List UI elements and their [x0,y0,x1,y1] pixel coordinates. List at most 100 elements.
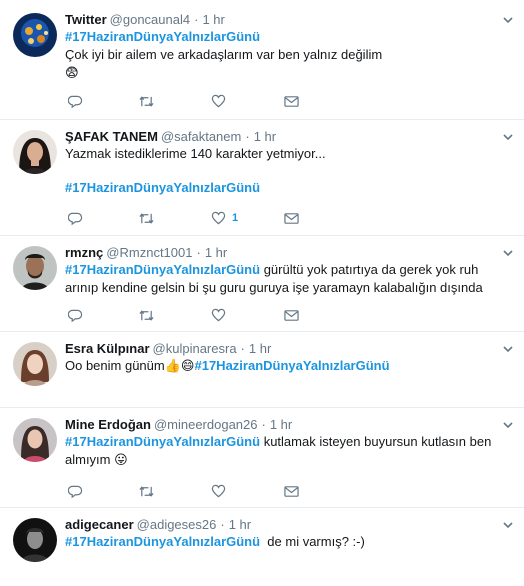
display-name[interactable]: Twitter [65,12,107,27]
separator-dot: · [245,129,250,144]
username[interactable]: @goncaunal4 [110,12,190,27]
heart-icon [211,308,226,322]
timestamp[interactable]: 1 hr [249,341,271,356]
avatar[interactable] [13,342,57,386]
direct-message-button[interactable] [284,210,299,226]
hashtag-link[interactable]: #17HaziranDünyaYalnızlarGünü [65,29,260,44]
username[interactable]: @Rmznct1001 [106,245,192,260]
tweet-header: ŞAFAK TANEM @safaktanem · 1 hr [65,128,276,146]
heart-icon [211,211,226,225]
direct-message-button[interactable] [284,483,299,499]
envelope-icon [284,485,299,497]
hashtag-link[interactable]: #17HaziranDünyaYalnızlarGünü [65,534,260,549]
like-button[interactable] [211,483,232,499]
display-name[interactable]: adigecaner [65,517,134,532]
retweet-button[interactable] [138,210,155,226]
tweet-text-segment: de mi varmış? :-) [260,534,365,549]
retweet-icon [139,309,154,321]
retweet-icon [139,212,154,224]
emoji: 👍 [164,358,181,373]
more-menu-button[interactable] [501,342,515,356]
tweet-header: rmznç @Rmznct1001 · 1 hr [65,244,227,262]
retweet-icon [139,95,154,107]
direct-message-button[interactable] [284,93,299,109]
tweet[interactable]: Esra Külpınar @kulpinaresra · 1 hr Oo benim… [0,332,524,408]
tweet[interactable]: ŞAFAK TANEM @safaktanem · 1 hr Yazmak isted… [0,120,524,236]
tweet-text: #17HaziranDünyaYalnızlarGünü kutlamak is… [65,433,515,469]
avatar[interactable] [13,246,57,290]
separator-dot: · [220,517,225,532]
tweet[interactable]: rmznç @Rmznct1001 · 1 hr #17HaziranDünyaYal… [0,236,524,332]
username[interactable]: @adigeses26 [137,517,217,532]
retweet-button[interactable] [138,93,155,109]
emoji: 😄 [180,358,195,373]
chevron-down-icon [503,522,513,529]
envelope-icon [284,212,299,224]
emoji: 😨 [65,65,79,80]
retweet-button[interactable] [138,307,155,323]
chevron-down-icon [503,346,513,353]
more-menu-button[interactable] [501,518,515,532]
retweet-button[interactable] [138,483,155,499]
reply-button[interactable] [68,210,83,226]
more-menu-button[interactable] [501,130,515,144]
display-name[interactable]: rmznç [65,245,103,260]
display-name[interactable]: Mine Erdoğan [65,417,151,432]
tweet[interactable]: adigecaner @adigeses26 · 1 hr #17HaziranDün… [0,508,524,586]
display-name[interactable]: Esra Külpınar [65,341,150,356]
like-count: 1 [232,212,239,224]
hashtag-link[interactable]: #17HaziranDünyaYalnızlarGünü [65,434,260,449]
retweet-icon [139,485,154,497]
timestamp[interactable]: 1 hr [229,517,251,532]
more-menu-button[interactable] [501,13,515,27]
tweet-header: Esra Külpınar @kulpinaresra · 1 hr [65,340,271,358]
separator-dot: · [240,341,245,356]
reply-button[interactable] [68,483,83,499]
tweet-actions [65,93,315,109]
tweet-text-segment: almıyım [65,452,111,467]
timestamp[interactable]: 1 hr [205,245,227,260]
hashtag-link[interactable]: #17HaziranDünyaYalnızlarGünü [65,180,260,195]
like-button[interactable] [211,307,232,323]
tweet[interactable]: Twitter @goncaunal4 · 1 hr #17HaziranDünyaY… [0,0,524,120]
envelope-icon [284,309,299,321]
direct-message-button[interactable] [284,307,299,323]
reply-button[interactable] [68,307,83,323]
username[interactable]: @safaktanem [161,129,241,144]
avatar[interactable] [13,418,57,462]
emoji: 😛 [114,452,128,467]
like-button[interactable] [211,93,232,109]
separator-dot: · [261,417,266,432]
reply-button[interactable] [68,93,83,109]
display-name[interactable]: ŞAFAK TANEM [65,129,158,144]
tweet-text-segment: gürültü yok patırtıya da gerek yok ruh [260,262,479,277]
hashtag-link[interactable]: #17HaziranDünyaYalnızlarGünü [194,358,389,373]
username[interactable]: @kulpinaresra [153,341,237,356]
avatar[interactable] [13,518,57,562]
tweet-text: Yazmak istediklerime 140 karakter yetmiy… [65,145,515,197]
tweet-timeline: Twitter @goncaunal4 · 1 hr #17HaziranDünyaY… [0,0,524,586]
tweet-text-line: Çok iyi bir ailem ve arkadaşlarım var be… [65,47,383,62]
chevron-down-icon [503,17,513,24]
tweet-text-line: arınıp kendine gelsin bi şu guru guruya … [65,280,483,295]
more-menu-button[interactable] [501,246,515,260]
tweet[interactable]: Mine Erdoğan @mineerdogan26 · 1 hr #17Hazir… [0,408,524,508]
tweet-header: Twitter @goncaunal4 · 1 hr [65,11,225,29]
timestamp[interactable]: 1 hr [270,417,292,432]
chevron-down-icon [503,422,513,429]
avatar[interactable] [13,13,57,57]
like-button[interactable]: 1 [211,210,238,226]
tweet-actions [65,483,315,499]
tweet-text-segment: Oo benim günüm [65,358,165,373]
timestamp[interactable]: 1 hr [202,12,224,27]
heart-icon [211,484,226,498]
heart-icon [211,94,226,108]
timestamp[interactable]: 1 hr [254,129,276,144]
reply-icon [68,95,83,108]
separator-dot: · [194,12,199,27]
more-menu-button[interactable] [501,418,515,432]
hashtag-link[interactable]: #17HaziranDünyaYalnızlarGünü [65,262,260,277]
avatar[interactable] [13,130,57,174]
chevron-down-icon [503,134,513,141]
username[interactable]: @mineerdogan26 [154,417,258,432]
